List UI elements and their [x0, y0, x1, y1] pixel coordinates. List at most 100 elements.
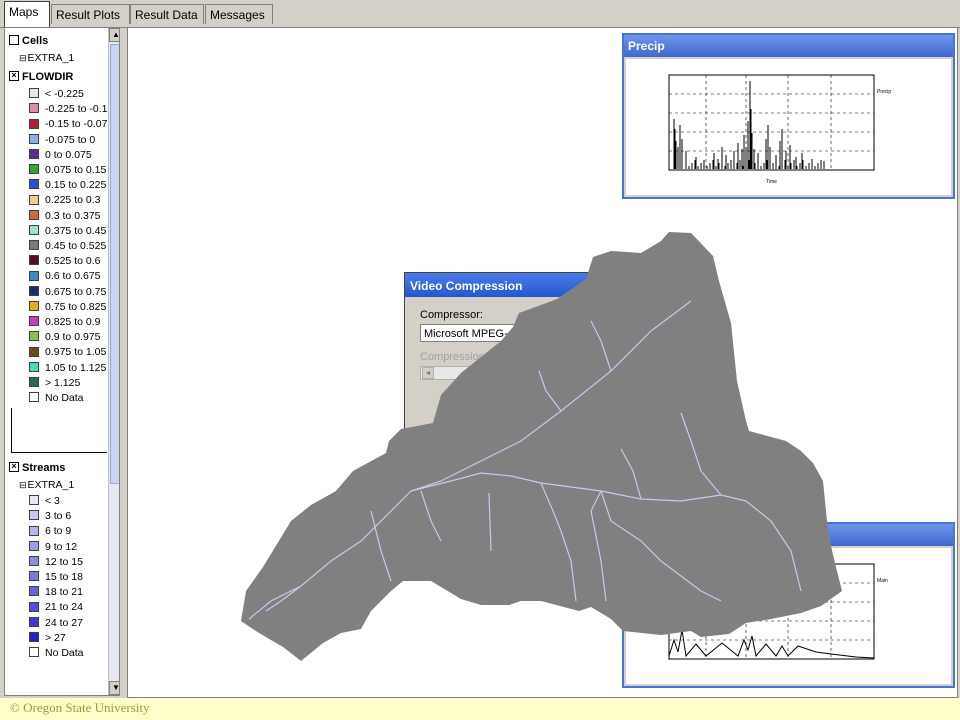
tab-messages[interactable]: Messages [205, 4, 273, 24]
streams-legend-item: 18 to 21 [29, 585, 83, 600]
tab-maps[interactable]: Maps [4, 1, 50, 27]
flowdir-legend-item: > 1.125 [29, 376, 80, 391]
flowdir-checkbox[interactable]: × [9, 71, 19, 82]
flowdir-color-swatch [29, 361, 39, 372]
flowdir-legend-label: > 1.125 [45, 376, 81, 389]
tree-expand-icon[interactable]: ⊟ [19, 478, 27, 493]
flowdir-legend-item: 0.9 to 0.975 [29, 330, 100, 345]
streams-label: Streams [22, 462, 66, 474]
flowdir-layer[interactable]: × FLOWDIR [9, 70, 73, 85]
streams-legend-item: 6 to 9 [29, 524, 71, 539]
cells-checkbox[interactable] [9, 35, 19, 46]
flowdir-color-swatch [29, 149, 39, 160]
flowdir-legend-item: 0.225 to 0.3 [29, 193, 100, 208]
flowdir-legend-item: 0.675 to 0.75 [29, 285, 106, 300]
flowdir-legend-label: 0.675 to 0.75 [45, 285, 107, 298]
streams-color-swatch [29, 632, 39, 643]
flowdir-legend-label: 0.6 to 0.675 [45, 270, 101, 283]
flowdir-legend-item: No Data [29, 391, 84, 406]
footer: © Oregon State University [0, 698, 960, 720]
map-canvas[interactable]: Precip Precip Time Main Video Compressio… [127, 27, 958, 698]
flowdir-legend-label: 0.15 to 0.225 [45, 179, 107, 192]
flowdir-legend-item: -0.075 to 0 [29, 133, 95, 148]
copyright-text: © Oregon State University [10, 700, 150, 715]
flowdir-legend-item: 0.075 to 0.15 [29, 163, 106, 178]
layer-legend-panel: Cells ⊟EXTRA_1 × FLOWDIR < -0.225 -0.225 t… [4, 27, 120, 696]
flowdir-legend-label: -0.15 to -0.07 [45, 118, 108, 131]
streams-legend-item: 21 to 24 [29, 600, 83, 615]
flowdir-legend-item: -0.15 to -0.07 [29, 117, 107, 132]
streams-legend-item: > 27 [29, 631, 66, 646]
flowdir-color-swatch [29, 118, 39, 129]
cells-layer[interactable]: Cells [9, 34, 48, 49]
flowdir-legend-item: 0.75 to 0.825 [29, 300, 106, 315]
flowdir-color-swatch [29, 225, 39, 236]
streams-color-swatch [29, 510, 39, 521]
flowdir-legend-label: -0.225 to -0.1 [45, 103, 108, 116]
streams-legend-item: 9 to 12 [29, 540, 77, 555]
flowdir-legend-item: -0.225 to -0.1 [29, 102, 107, 117]
flowdir-color-swatch [29, 285, 39, 296]
flowdir-legend-label: 0.825 to 0.9 [45, 316, 101, 328]
flowdir-legend-item: 0.6 to 0.675 [29, 269, 100, 284]
streams-color-swatch [29, 556, 39, 567]
cells-extra-node[interactable]: ⊟EXTRA_1 [19, 51, 74, 66]
streams-color-swatch [29, 571, 39, 582]
streams-legend-item: 12 to 15 [29, 555, 83, 570]
flowdir-legend-label: 0.375 to 0.45 [45, 224, 107, 237]
watershed-map[interactable] [128, 28, 958, 698]
flowdir-legend-label: 1.05 to 1.125 [45, 361, 107, 374]
scroll-up-icon[interactable]: ▲ [109, 28, 119, 42]
flowdir-color-swatch [29, 270, 39, 281]
streams-legend-item: 24 to 27 [29, 616, 83, 631]
flowdir-legend-item: 0 to 0.075 [29, 148, 92, 163]
flowdir-color-swatch [29, 346, 39, 357]
flowdir-legend-label: 0.525 to 0.6 [45, 255, 101, 268]
flowdir-legend-item: < -0.225 [29, 87, 84, 102]
legend-scrollbar[interactable]: ▲ ▼ [108, 28, 119, 695]
legend-divider [11, 408, 12, 452]
streams-color-swatch [29, 616, 39, 627]
streams-legend-label: 24 to 27 [45, 616, 83, 629]
flowdir-legend-item: 0.3 to 0.375 [29, 209, 100, 224]
streams-legend-label: < 3 [45, 495, 60, 507]
cells-extra-label: EXTRA_1 [27, 52, 75, 64]
flowdir-legend-item: 0.825 to 0.9 [29, 315, 100, 330]
tree-expand-icon[interactable]: ⊟ [19, 51, 27, 66]
flowdir-color-swatch [29, 255, 39, 266]
flowdir-legend-label: -0.075 to 0 [45, 133, 96, 146]
flowdir-legend-label: < -0.225 [45, 88, 84, 100]
streams-color-swatch [29, 601, 39, 612]
flowdir-legend-label: 0.45 to 0.525 [45, 240, 107, 252]
tab-result-plots[interactable]: Result Plots [51, 4, 130, 24]
flowdir-color-swatch [29, 316, 39, 327]
scroll-down-icon[interactable]: ▼ [109, 681, 119, 695]
flowdir-legend-label: 0.75 to 0.825 [45, 300, 107, 313]
flowdir-color-swatch [29, 301, 39, 312]
watershed-polygon[interactable] [241, 232, 842, 661]
flowdir-color-swatch [29, 377, 39, 388]
legend-divider-h [11, 452, 107, 453]
streams-legend-item: 3 to 6 [29, 509, 71, 524]
flowdir-legend-label: 0.3 to 0.375 [45, 209, 101, 222]
scroll-thumb[interactable] [110, 44, 119, 484]
streams-legend-label: > 27 [45, 631, 66, 644]
streams-checkbox[interactable]: × [9, 462, 19, 473]
flowdir-color-swatch [29, 392, 39, 403]
flowdir-color-swatch [29, 194, 39, 205]
streams-layer[interactable]: × Streams [9, 461, 65, 476]
flowdir-color-swatch [29, 164, 39, 175]
streams-extra-label: EXTRA_1 [27, 479, 75, 491]
flowdir-legend-label: 0 to 0.075 [45, 148, 92, 161]
streams-color-swatch [29, 525, 39, 536]
streams-legend-label: 3 to 6 [45, 510, 72, 523]
flowdir-legend-item: 0.375 to 0.45 [29, 224, 106, 239]
flowdir-legend-label: No Data [45, 392, 84, 404]
flowdir-legend-item: 0.15 to 0.225 [29, 178, 106, 193]
streams-legend-label: 18 to 21 [45, 586, 83, 599]
streams-legend-label: 9 to 12 [45, 540, 78, 553]
streams-legend-item: < 3 [29, 494, 60, 509]
streams-extra-node[interactable]: ⊟EXTRA_1 [19, 478, 74, 493]
streams-legend-item: No Data [29, 646, 84, 661]
tab-result-data[interactable]: Result Data [130, 4, 204, 24]
